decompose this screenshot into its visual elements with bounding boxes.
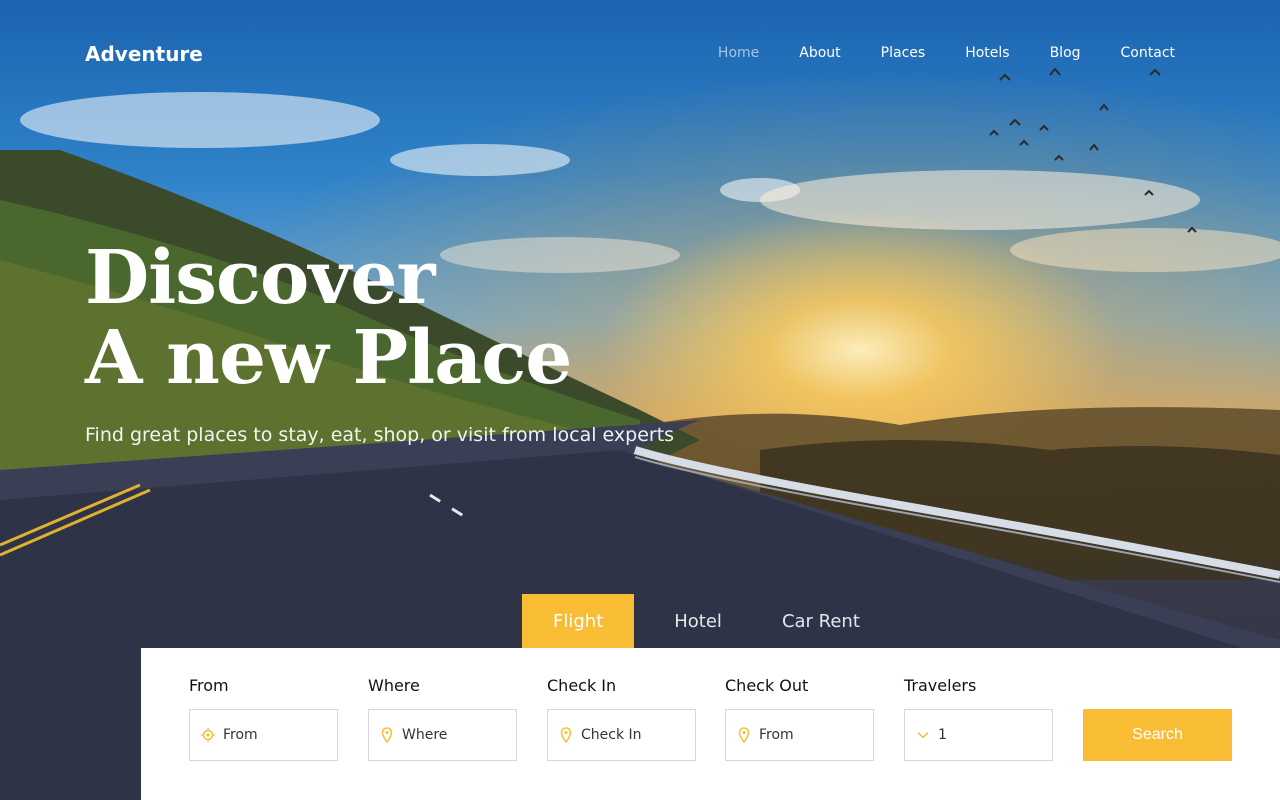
hero-headline-line1: Discover bbox=[85, 235, 435, 321]
check-in-placeholder: Check In bbox=[581, 727, 642, 743]
brand-logo[interactable]: Adventure bbox=[85, 42, 203, 66]
nav-item-blog[interactable]: Blog bbox=[1050, 45, 1081, 61]
check-out-label: Check Out bbox=[725, 676, 809, 695]
nav-item-hotels[interactable]: Hotels bbox=[965, 45, 1009, 61]
map-pin-icon bbox=[559, 727, 573, 743]
check-in-input[interactable]: Check In bbox=[547, 709, 696, 761]
tab-flight[interactable]: Flight bbox=[522, 594, 635, 648]
main-nav: Home About Places Hotels Blog Contact bbox=[718, 45, 1175, 61]
search-button[interactable]: Search bbox=[1083, 709, 1232, 761]
from-label: From bbox=[189, 676, 229, 695]
travelers-select[interactable]: 1 bbox=[904, 709, 1053, 761]
chevron-down-icon bbox=[916, 727, 930, 743]
tab-hotel[interactable]: Hotel bbox=[654, 594, 742, 648]
nav-item-home[interactable]: Home bbox=[718, 45, 759, 61]
nav-item-contact[interactable]: Contact bbox=[1121, 45, 1175, 61]
where-field: Where Where bbox=[368, 676, 517, 761]
map-pin-icon bbox=[737, 727, 751, 743]
nav-item-places[interactable]: Places bbox=[881, 45, 926, 61]
booking-panel: From From Where Where Check In Check In … bbox=[141, 648, 1280, 800]
map-pin-icon bbox=[380, 727, 394, 743]
check-out-field: Check Out From bbox=[725, 676, 874, 761]
travelers-label: Travelers bbox=[904, 676, 977, 695]
nav-item-about[interactable]: About bbox=[799, 45, 840, 61]
hero-headline-line2: A new Place bbox=[85, 315, 572, 401]
travelers-field: Travelers 1 bbox=[904, 676, 1053, 761]
from-field: From From bbox=[189, 676, 338, 761]
booking-tabs: Flight Hotel Car Rent bbox=[522, 594, 880, 648]
where-input[interactable]: Where bbox=[368, 709, 517, 761]
hero-subtitle: Find great places to stay, eat, shop, or… bbox=[85, 424, 675, 446]
check-in-field: Check In Check In bbox=[547, 676, 696, 761]
travelers-value: 1 bbox=[938, 727, 947, 743]
target-icon bbox=[201, 727, 215, 743]
check-out-input[interactable]: From bbox=[725, 709, 874, 761]
hero-headline: Discover A new Place bbox=[85, 235, 572, 401]
from-input[interactable]: From bbox=[189, 709, 338, 761]
check-out-placeholder: From bbox=[759, 727, 794, 743]
where-label: Where bbox=[368, 676, 420, 695]
tab-car-rent[interactable]: Car Rent bbox=[762, 594, 880, 648]
where-placeholder: Where bbox=[402, 727, 448, 743]
check-in-label: Check In bbox=[547, 676, 617, 695]
from-placeholder: From bbox=[223, 727, 258, 743]
